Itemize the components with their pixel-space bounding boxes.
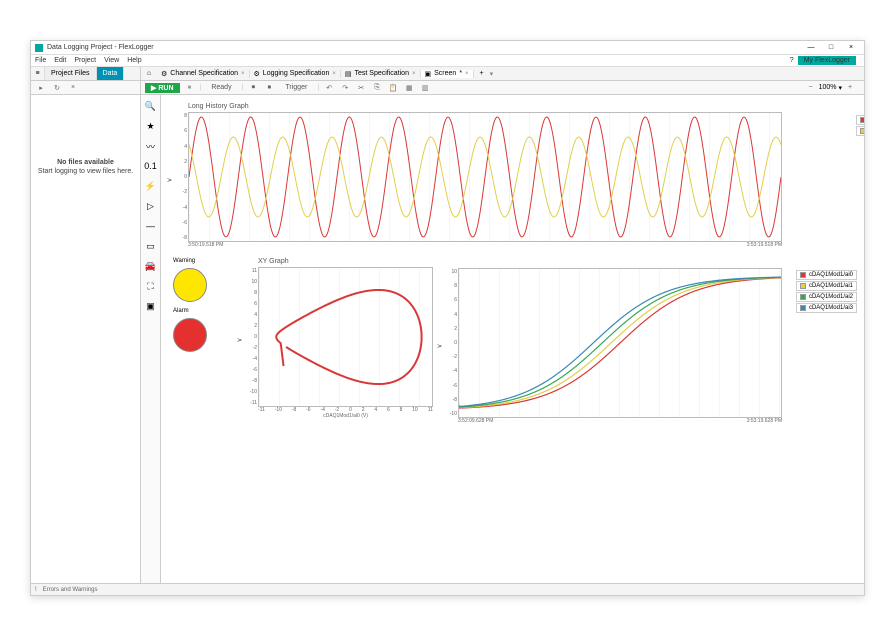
palette-rect-icon[interactable]: ▭ [144, 239, 158, 253]
window-title: Data Logging Project - FlexLogger [47, 44, 802, 51]
toolbar: ▸ ↻ × ▶ RUN ⏸ | Ready | ⏺ ⏹ Trigger | ↶ … [31, 81, 864, 95]
palette-bolt-icon[interactable]: ⚡ [144, 179, 158, 193]
undo-icon[interactable]: ↶ [323, 82, 335, 94]
screen-canvas[interactable]: Long History Graph ⏸ ⊕ ⊖ ⟲ ↗ V 86420-2-4… [161, 95, 864, 583]
menu-edit[interactable]: Edit [54, 57, 66, 64]
paste-icon[interactable]: 📋 [387, 82, 399, 94]
refresh-icon[interactable]: ↻ [51, 82, 63, 94]
alarm-indicator [173, 318, 207, 352]
menubar: File Edit Project View Help ? My FlexLog… [31, 55, 864, 67]
my-flexlogger-button[interactable]: My FlexLogger [798, 56, 856, 65]
legend-item[interactable]: cDAQ1Mod1/ai4 [856, 115, 864, 125]
legend-1: cDAQ1Mod1/ai4 cDAQ1Mod1/ai6 [856, 115, 864, 137]
palette-play-icon[interactable]: ▷ [144, 199, 158, 213]
app-window: Data Logging Project - FlexLogger — □ × … [30, 40, 865, 596]
warning-label: Warning [173, 258, 233, 264]
palette-car-icon[interactable]: 🚘 [144, 259, 158, 273]
tab-data[interactable]: Data [97, 67, 125, 80]
close-icon[interactable]: × [332, 71, 336, 77]
tabbar: ≡ Project Files Data ⌂ ⚙ Channel Specifi… [31, 67, 864, 81]
stop-icon[interactable]: ⏹ [263, 82, 275, 94]
menu-project[interactable]: Project [74, 57, 96, 64]
graph-title-2: XY Graph [258, 258, 433, 265]
legend-3: cDAQ1Mod1/ai0 cDAQ1Mod1/ai1 cDAQ1Mod1/ai… [796, 270, 857, 314]
legend-item[interactable]: cDAQ1Mod1/ai6 [856, 126, 864, 136]
doc-tab-test[interactable]: ▤ Test Specification × [341, 70, 421, 78]
palette-expand-icon[interactable]: ⛶ [144, 279, 158, 293]
long-history-graph[interactable]: V 86420-2-4-6-8 [188, 112, 782, 242]
palette-screen-icon[interactable]: ▣ [144, 299, 158, 313]
gear-icon: ⚙ [254, 70, 260, 78]
menu-view[interactable]: View [104, 57, 119, 64]
align-icon[interactable]: ▦ [403, 82, 415, 94]
close-button[interactable]: × [842, 42, 860, 54]
palette-line-icon[interactable]: — [144, 219, 158, 233]
doc-icon: ▤ [345, 70, 352, 78]
doc-tab-logging[interactable]: ⚙ Logging Specification × [250, 70, 341, 78]
menu-file[interactable]: File [35, 57, 46, 64]
palette-wave-icon[interactable]: 〰 [144, 139, 158, 153]
legend-item[interactable]: cDAQ1Mod1/ai2 [796, 292, 857, 302]
maximize-button[interactable]: □ [822, 42, 840, 54]
expand-icon[interactable]: ▸ [35, 82, 47, 94]
legend-item[interactable]: cDAQ1Mod1/ai1 [796, 281, 857, 291]
body: No files available Start logging to view… [31, 95, 864, 583]
legend-item[interactable]: cDAQ1Mod1/ai3 [796, 303, 857, 313]
status-ready: Ready [205, 83, 237, 92]
zoom-value[interactable]: 100% [819, 84, 837, 91]
close-icon[interactable]: × [412, 71, 416, 77]
redo-icon[interactable]: ↷ [339, 82, 351, 94]
app-icon [35, 44, 43, 52]
add-tab-button[interactable]: + [474, 70, 490, 77]
tool-palette: 🔍 ★ 〰 0.1 ⚡ ▷ — ▭ 🚘 ⛶ ▣ [141, 95, 161, 583]
palette-star-icon[interactable]: ★ [144, 119, 158, 133]
record-icon[interactable]: ⏺ [247, 82, 259, 94]
zoom-out-icon[interactable]: − [805, 82, 817, 94]
close-icon[interactable]: × [241, 71, 245, 77]
home-icon[interactable]: ⌂ [141, 70, 157, 77]
statusbar: ! Errors and Warnings [31, 583, 864, 595]
cut-icon[interactable]: ✂ [355, 82, 367, 94]
errors-warnings[interactable]: Errors and Warnings [43, 587, 98, 593]
zoom-in-icon[interactable]: + [844, 82, 856, 94]
help-icon[interactable]: ? [790, 57, 794, 64]
group-icon[interactable]: ▥ [419, 82, 431, 94]
menu-help[interactable]: Help [127, 57, 141, 64]
alarm-label: Alarm [173, 308, 233, 314]
legend-item[interactable]: cDAQ1Mod1/ai0 [796, 270, 857, 280]
titlebar: Data Logging Project - FlexLogger — □ × [31, 41, 864, 55]
screen-icon: ▣ [425, 70, 432, 78]
gear-icon: ⚙ [161, 70, 167, 78]
tab-collapse-icon[interactable]: ≡ [31, 67, 45, 80]
doc-tab-channel[interactable]: ⚙ Channel Specification × [157, 70, 250, 78]
sidebar-data: No files available Start logging to view… [31, 95, 141, 583]
copy-icon[interactable]: ⎘ [371, 82, 383, 94]
palette-search-icon[interactable]: 🔍 [144, 99, 158, 113]
trigger-label: Trigger [279, 83, 313, 92]
close-icon[interactable]: × [465, 71, 469, 77]
no-files-message: No files available Start logging to view… [38, 159, 133, 175]
graph-title-1: Long History Graph [188, 103, 782, 110]
delete-icon[interactable]: × [67, 82, 79, 94]
tab-project-files[interactable]: Project Files [45, 67, 97, 80]
indicator-column: Warning Alarm [173, 258, 233, 424]
warning-indicator [173, 268, 207, 302]
time-graph[interactable]: V 1086420-2-4-6-8-10 [458, 268, 782, 418]
minimize-button[interactable]: — [802, 42, 820, 54]
xy-graph[interactable]: V 111086420-2-4-6-8-10-11 [258, 267, 433, 407]
pause-icon[interactable]: ⏸ [184, 82, 196, 94]
run-button[interactable]: ▶ RUN [145, 83, 180, 93]
xy-xlabel: cDAQ1Mod1/ai0 (V) [258, 413, 433, 419]
palette-numeric-icon[interactable]: 0.1 [144, 159, 158, 173]
doc-tab-screen[interactable]: ▣ Screen * × [421, 70, 474, 78]
